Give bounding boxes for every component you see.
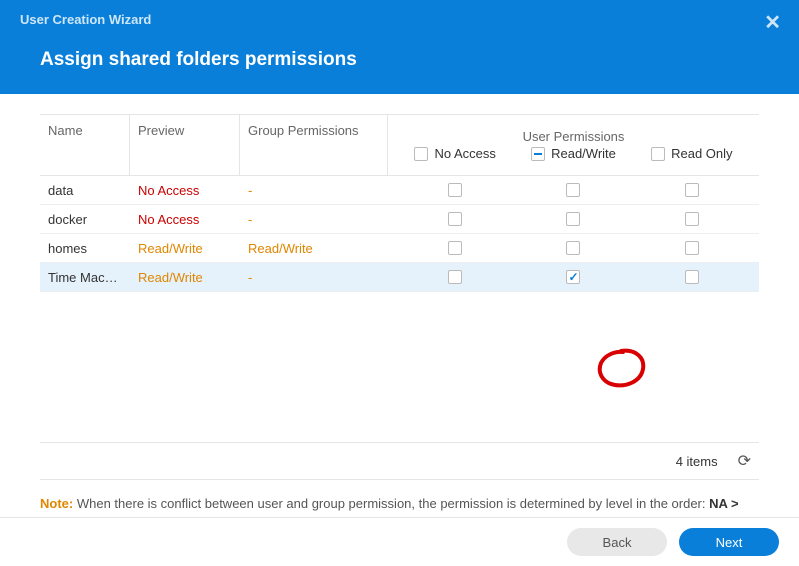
checkbox-read-write[interactable]	[566, 270, 580, 284]
table-body: dataNo Access-dockerNo Access-homesRead/…	[40, 176, 759, 292]
header-read-only-label: Read Only	[671, 146, 732, 161]
note-label: Note:	[40, 496, 73, 511]
cell-name: docker	[40, 212, 130, 227]
header-read-only: Read Only	[633, 146, 751, 161]
title-bar: User Creation Wizard Assign shared folde…	[0, 0, 799, 94]
cell-group: -	[240, 183, 388, 198]
checkbox-read-write[interactable]	[566, 212, 580, 226]
column-name: Name	[40, 115, 130, 175]
table-row[interactable]: homesRead/WriteRead/Write	[40, 234, 759, 263]
status-bar: 4 items ⟳	[40, 442, 759, 480]
header-no-access-label: No Access	[434, 146, 495, 161]
column-group-permissions: Group Permissions	[240, 115, 388, 175]
header-no-access: No Access	[396, 146, 514, 161]
column-user-permissions: User Permissions No Access Read/Write Re…	[388, 115, 759, 175]
next-button[interactable]: Next	[679, 528, 779, 556]
cell-group: -	[240, 212, 388, 227]
header-checkbox-read-only[interactable]	[651, 147, 665, 161]
header-checkbox-read-write[interactable]	[531, 147, 545, 161]
cell-user-permissions	[388, 241, 759, 255]
user-permissions-label: User Permissions	[396, 123, 751, 146]
cell-user-permissions	[388, 183, 759, 197]
cell-preview: No Access	[130, 183, 240, 198]
checkbox-read-only[interactable]	[685, 212, 699, 226]
table-row[interactable]: dataNo Access-	[40, 176, 759, 205]
window-title: User Creation Wizard	[20, 0, 779, 27]
checkbox-read-only[interactable]	[685, 270, 699, 284]
checkbox-read-write[interactable]	[566, 183, 580, 197]
column-preview: Preview	[130, 115, 240, 175]
refresh-icon[interactable]: ⟳	[738, 451, 751, 471]
cell-preview: No Access	[130, 212, 240, 227]
note-body: When there is conflict between user and …	[77, 496, 709, 511]
close-icon[interactable]: ✕	[764, 10, 781, 35]
cell-preview: Read/Write	[130, 241, 240, 256]
checkbox-read-only[interactable]	[685, 241, 699, 255]
cell-user-permissions	[388, 270, 759, 284]
items-count: 4 items	[676, 454, 718, 469]
checkbox-no-access[interactable]	[448, 212, 462, 226]
table-row[interactable]: Time Mac…Read/Write-	[40, 263, 759, 292]
cell-group: -	[240, 270, 388, 285]
cell-group: Read/Write	[240, 241, 388, 256]
checkbox-no-access[interactable]	[448, 241, 462, 255]
back-button[interactable]: Back	[567, 528, 667, 556]
footer: Back Next	[0, 517, 799, 566]
permissions-table: Name Preview Group Permissions User Perm…	[40, 114, 759, 292]
header-read-write: Read/Write	[514, 146, 632, 161]
cell-name: Time Mac…	[40, 270, 130, 285]
checkbox-no-access[interactable]	[448, 270, 462, 284]
content-area: Name Preview Group Permissions User Perm…	[0, 94, 799, 536]
cell-name: data	[40, 183, 130, 198]
table-header: Name Preview Group Permissions User Perm…	[40, 115, 759, 176]
cell-user-permissions	[388, 212, 759, 226]
checkbox-read-only[interactable]	[685, 183, 699, 197]
page-title: Assign shared folders permissions	[20, 49, 779, 71]
checkbox-read-write[interactable]	[566, 241, 580, 255]
header-read-write-label: Read/Write	[551, 146, 616, 161]
header-checkbox-no-access[interactable]	[414, 147, 428, 161]
cell-preview: Read/Write	[130, 270, 240, 285]
checkbox-no-access[interactable]	[448, 183, 462, 197]
table-row[interactable]: dockerNo Access-	[40, 205, 759, 234]
cell-name: homes	[40, 241, 130, 256]
